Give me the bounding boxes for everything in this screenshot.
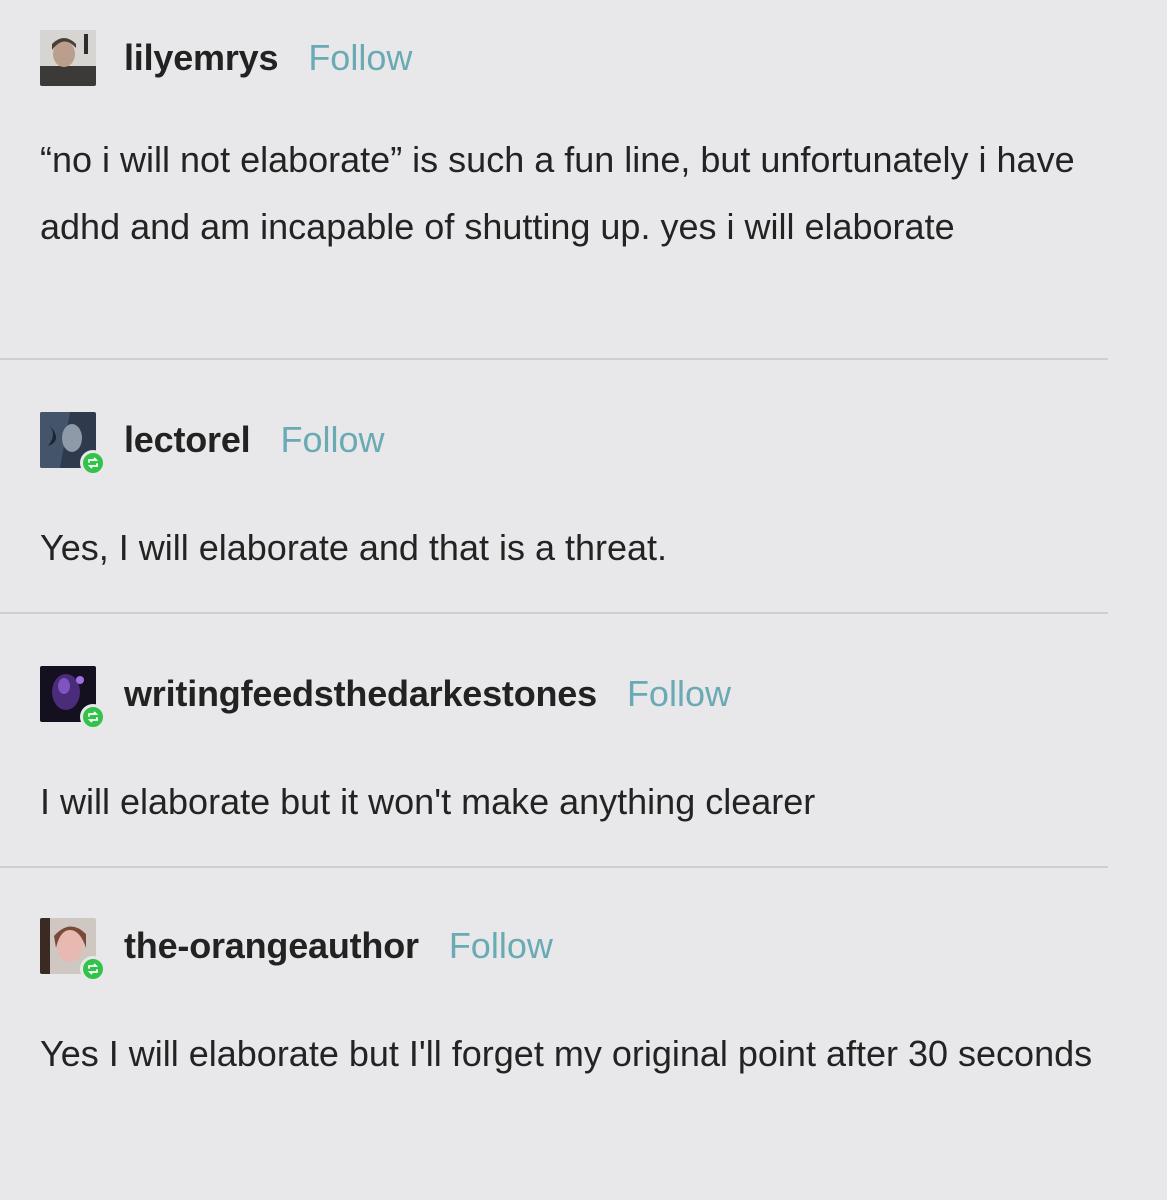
post-text: “no i will not elaborate” is such a fun … bbox=[40, 139, 1075, 247]
post-header: writingfeedsthedarkestones Follow bbox=[40, 666, 731, 730]
post-header: the-orangeauthor Follow bbox=[40, 918, 553, 982]
avatar[interactable] bbox=[40, 918, 106, 982]
reblog-icon bbox=[80, 704, 106, 730]
follow-button[interactable]: Follow bbox=[627, 673, 731, 715]
post-divider bbox=[0, 866, 1108, 868]
post-divider bbox=[0, 358, 1108, 360]
post-text: Yes, I will elaborate and that is a thre… bbox=[40, 527, 668, 568]
avatar[interactable] bbox=[40, 666, 106, 730]
follow-button[interactable]: Follow bbox=[280, 419, 384, 461]
reblog-icon bbox=[80, 956, 106, 982]
avatar[interactable] bbox=[40, 412, 106, 476]
username[interactable]: lilyemrys bbox=[124, 37, 279, 79]
avatar[interactable] bbox=[40, 30, 96, 86]
profile-photo-icon bbox=[40, 30, 96, 86]
post-header: lectorel Follow bbox=[40, 412, 385, 476]
post-header: lilyemrys Follow bbox=[40, 30, 412, 86]
post-text: I will elaborate but it won't make anyth… bbox=[40, 781, 816, 822]
username[interactable]: writingfeedsthedarkestones bbox=[124, 673, 597, 715]
follow-button[interactable]: Follow bbox=[308, 37, 412, 79]
username[interactable]: lectorel bbox=[124, 419, 251, 461]
follow-button[interactable]: Follow bbox=[449, 925, 553, 967]
reblog-icon bbox=[80, 450, 106, 476]
post-text: Yes I will elaborate but I'll forget my … bbox=[40, 1033, 1093, 1074]
username[interactable]: the-orangeauthor bbox=[124, 925, 419, 967]
tumblr-thread: lilyemrys Follow “no i will not elaborat… bbox=[0, 0, 1167, 1200]
post-divider bbox=[0, 612, 1108, 614]
